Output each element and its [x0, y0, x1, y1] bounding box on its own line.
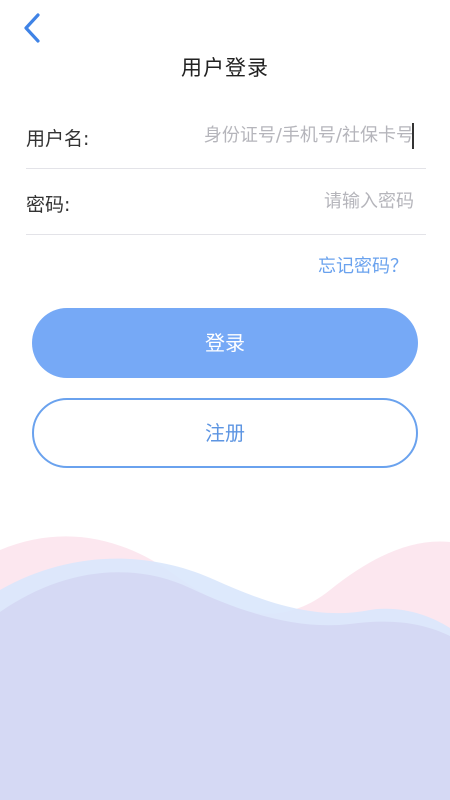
wave-background — [0, 536, 450, 800]
back-button[interactable] — [14, 8, 54, 48]
username-input[interactable] — [144, 118, 414, 152]
password-input[interactable] — [144, 184, 414, 218]
page-title: 用户登录 — [181, 56, 269, 80]
password-row: 密码: — [26, 170, 426, 235]
password-label: 密码: — [26, 194, 71, 216]
username-row: 用户名: — [26, 104, 426, 169]
text-caret — [412, 123, 414, 149]
login-screen: 用户登录 用户名: 密码: 忘记密码？ 登录 注册 — [0, 0, 450, 800]
forgot-password-link[interactable]: 忘记密码？ — [318, 252, 408, 278]
chevron-left-icon — [24, 13, 40, 43]
register-button[interactable]: 注册 — [32, 398, 418, 468]
username-label: 用户名: — [26, 128, 90, 150]
login-button[interactable]: 登录 — [32, 308, 418, 378]
